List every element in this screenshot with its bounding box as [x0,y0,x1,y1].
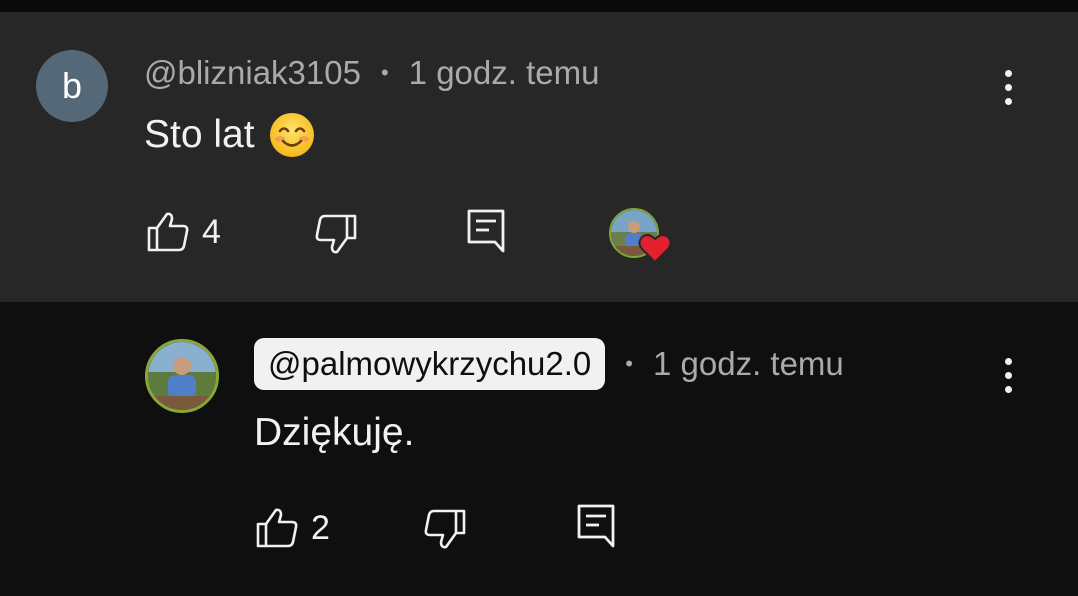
reply-time: 1 godz. temu [652,345,844,382]
reply-author-chip[interactable]: @palmowykrzychu2.0 [254,338,606,390]
comment-reply-button[interactable] [466,208,506,254]
reply-comment-icon [467,209,505,253]
reply-like-button[interactable]: 2 [255,506,330,550]
dot-icon [1004,371,1012,379]
dot-icon [1004,385,1012,393]
comment-dislike-button[interactable] [314,212,358,256]
dot-icon [1004,357,1012,365]
dot-icon [1004,97,1012,105]
like-count: 2 [311,508,330,547]
comment-time: 1 godz. temu [408,54,600,91]
comment: b @blizniak3105 • 1 godz. temu Sto lat 4 [0,12,1078,302]
meta-separator: • [625,351,633,376]
comment-meta: @blizniak3105 • 1 godz. temu [144,54,599,92]
reply: @palmowykrzychu2.0 • 1 godz. temu Dzięku… [0,302,1078,596]
like-count: 4 [202,212,221,251]
reply-meta: @palmowykrzychu2.0 • 1 godz. temu [254,338,844,390]
dot-icon [1004,69,1012,77]
thumbs-down-icon [424,509,466,549]
reply-text-row: Dziękuję. [254,408,414,458]
reply-comment-icon [577,504,615,548]
creator-photo-icon [148,342,216,410]
reply-text: Dziękuję. [254,411,415,454]
thumbs-up-icon [147,212,189,252]
top-divider [0,0,1078,12]
heart-icon [638,232,672,264]
reply-menu-button[interactable] [993,350,1023,400]
comment-menu-button[interactable] [993,62,1023,112]
comment-text-row: Sto lat [144,110,315,160]
thumbs-up-icon [256,508,298,548]
reply-author-avatar[interactable] [145,339,219,413]
smiling-face-emoji-icon [269,112,315,158]
comment-author[interactable]: @blizniak3105 [144,54,361,92]
comment-text: Sto lat [144,113,255,156]
reply-reply-button[interactable] [576,503,616,549]
meta-separator: • [380,60,389,85]
thumbs-down-icon [315,214,357,254]
dot-icon [1004,83,1012,91]
commenter-avatar[interactable]: b [36,50,108,122]
comment-like-button[interactable]: 4 [146,210,221,254]
reply-dislike-button[interactable] [423,507,467,551]
